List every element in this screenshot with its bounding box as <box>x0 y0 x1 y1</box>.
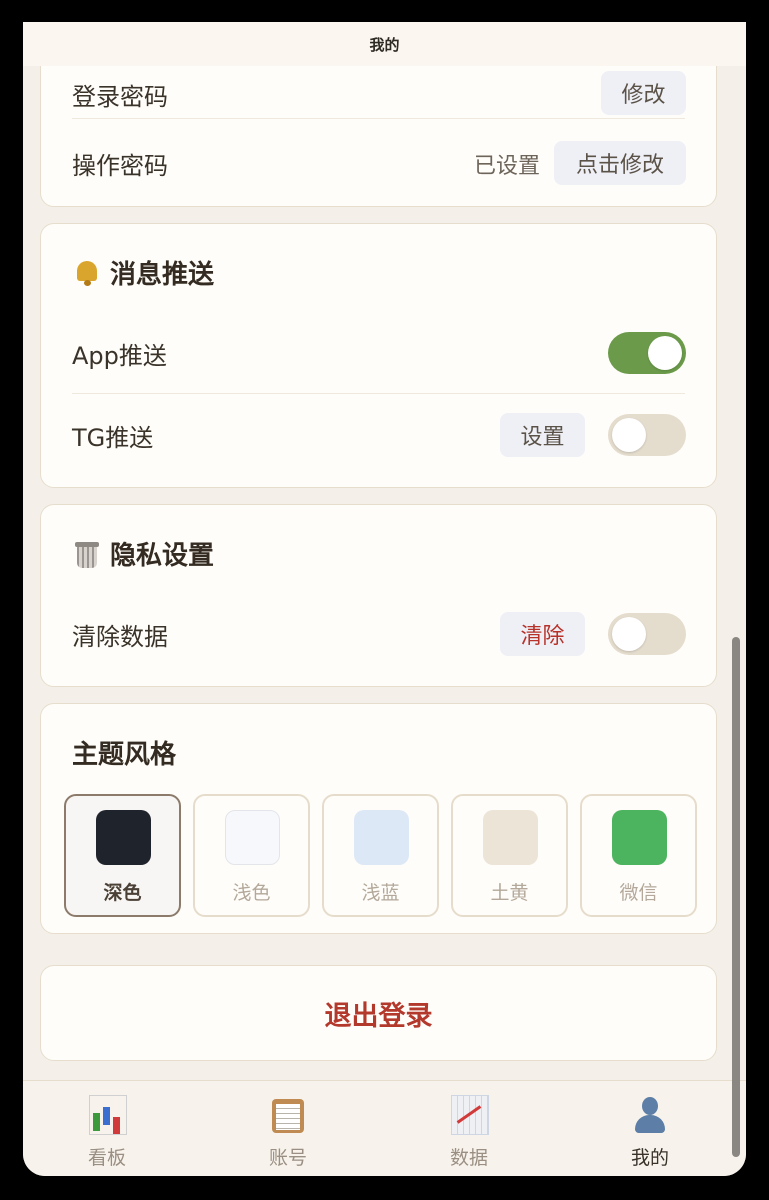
login-password-edit-button[interactable]: 修改 <box>601 71 686 115</box>
theme-swatch <box>612 810 667 865</box>
tab-label: 数据 <box>449 1147 488 1169</box>
page-title: 我的 <box>23 22 746 66</box>
trash-icon <box>72 539 102 569</box>
clear-data-label: 清除数据 <box>72 623 168 651</box>
tab-mine[interactable]: 我的 <box>590 1091 710 1171</box>
user-icon <box>632 1095 668 1133</box>
scrollbar[interactable] <box>732 637 740 1157</box>
clear-data-row: 清除数据 清除 <box>41 603 716 665</box>
theme-label: 浅色 <box>232 882 271 904</box>
privacy-section-title: 隐私设置 <box>72 535 214 572</box>
theme-option-wechat[interactable]: 微信 <box>580 794 697 917</box>
logout-button[interactable]: 退出登录 <box>40 965 717 1061</box>
theme-card: 主题风格 深色 浅色 浅蓝 土黄 微信 <box>40 703 717 934</box>
tab-label: 看板 <box>87 1147 126 1169</box>
theme-option-light[interactable]: 浅色 <box>193 794 310 917</box>
tg-push-settings-button[interactable]: 设置 <box>500 413 585 457</box>
login-password-label: 登录密码 <box>72 83 168 111</box>
tab-label: 账号 <box>268 1147 307 1169</box>
bell-icon <box>72 258 102 288</box>
linechart-icon <box>451 1095 489 1135</box>
divider <box>72 393 685 394</box>
tab-label: 我的 <box>630 1147 669 1169</box>
clipboard-icon <box>270 1095 306 1133</box>
bottom-tab-bar: 看板 账号 数据 我的 <box>23 1080 746 1176</box>
app-screen: 登录密码 修改 操作密码 已设置 点击修改 消息推送 App推送 TG推送 设置… <box>23 22 746 1176</box>
theme-section-title: 主题风格 <box>72 740 177 770</box>
app-push-toggle[interactable] <box>608 332 686 374</box>
theme-swatch <box>225 810 280 865</box>
toggle-knob <box>612 418 646 452</box>
clear-data-button[interactable]: 清除 <box>500 612 585 656</box>
toggle-knob <box>612 617 646 651</box>
theme-option-dark[interactable]: 深色 <box>64 794 181 917</box>
theme-label: 土黄 <box>490 882 529 904</box>
push-card: 消息推送 App推送 TG推送 设置 <box>40 223 717 488</box>
theme-label: 微信 <box>619 882 658 904</box>
tg-push-row: TG推送 设置 <box>41 404 716 466</box>
privacy-title-text: 隐私设置 <box>110 541 215 571</box>
theme-swatch <box>483 810 538 865</box>
theme-label: 深色 <box>103 882 142 904</box>
chart-icon <box>89 1095 127 1135</box>
app-push-row: App推送 <box>41 324 716 384</box>
tab-accounts[interactable]: 账号 <box>228 1091 348 1171</box>
clear-data-toggle[interactable] <box>608 613 686 655</box>
op-password-edit-button[interactable]: 点击修改 <box>554 141 686 185</box>
theme-label: 浅蓝 <box>361 882 400 904</box>
theme-option-light-blue[interactable]: 浅蓝 <box>322 794 439 917</box>
theme-options: 深色 浅色 浅蓝 土黄 微信 <box>64 794 697 917</box>
tab-data[interactable]: 数据 <box>409 1091 529 1171</box>
app-push-label: App推送 <box>72 342 167 370</box>
theme-option-khaki[interactable]: 土黄 <box>451 794 568 917</box>
settings-content: 登录密码 修改 操作密码 已设置 点击修改 消息推送 App推送 TG推送 设置… <box>23 22 746 1080</box>
toggle-knob <box>648 336 682 370</box>
op-password-label: 操作密码 <box>72 152 168 180</box>
push-section-title: 消息推送 <box>72 254 214 291</box>
op-password-row: 操作密码 已设置 点击修改 <box>41 119 716 207</box>
tg-push-label: TG推送 <box>72 424 154 452</box>
theme-swatch <box>354 810 409 865</box>
op-password-status: 已设置 <box>474 154 541 179</box>
theme-swatch <box>96 810 151 865</box>
tg-push-toggle[interactable] <box>608 414 686 456</box>
push-title-text: 消息推送 <box>110 260 215 290</box>
tab-dashboard[interactable]: 看板 <box>47 1091 167 1171</box>
login-password-row: 登录密码 修改 <box>41 63 716 123</box>
privacy-card: 隐私设置 清除数据 清除 <box>40 504 717 687</box>
